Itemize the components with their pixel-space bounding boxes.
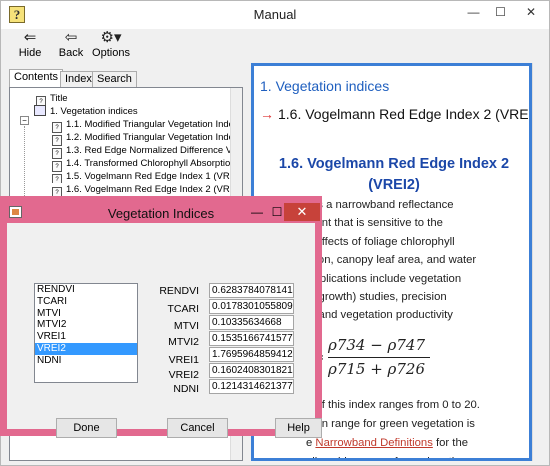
range-line: mon range for green vegetation is — [306, 418, 475, 430]
topic-description: x is a narrowband reflectance ment that … — [306, 196, 529, 325]
ndni-value[interactable]: 0.12143146213779 — [209, 379, 294, 394]
arrow-right-icon: → — [260, 106, 274, 122]
back-button[interactable]: ⇦ Back — [56, 29, 86, 59]
mtvi2-value[interactable]: 0.15351667415772 — [209, 331, 294, 346]
hide-pane-icon: ⇐ — [23, 29, 37, 46]
dialog-title-bar: Vegetation Indices — ☐ ✕ — [7, 203, 320, 223]
list-item[interactable]: MTVI2 — [35, 319, 137, 331]
options-label: Options — [92, 47, 130, 59]
tree-connector — [24, 126, 25, 206]
tree-item-title[interactable]: ? Title — [36, 92, 68, 107]
close-button[interactable]: ✕ — [513, 1, 549, 23]
description-line: y (growth) studies, precision — [306, 291, 447, 304]
description-line: ment that is sensitive to the — [306, 217, 443, 230]
mtvi-label: MTVI — [173, 320, 199, 332]
tree-item-rendvi[interactable]: ? 1.3. Red Edge Normalized Difference Veg — [52, 144, 242, 159]
range-line: e of this index ranges from 0 to 20. — [306, 399, 480, 411]
tree-item-mtvi2[interactable]: ? 1.2. Modified Triangular Vegetation Ind… — [52, 131, 239, 146]
list-item[interactable]: MTVI — [35, 308, 137, 320]
dialog-maximize-button[interactable]: ☐ — [269, 205, 285, 219]
description-line: x is a narrowband reflectance — [306, 199, 454, 211]
maximize-button[interactable]: ☐ — [487, 1, 514, 23]
subtopic-link[interactable]: → 1.6. Vogelmann Red Edge Index 2 (VREI2 — [260, 106, 529, 122]
done-button[interactable]: Done — [56, 418, 117, 438]
vrei1-label: VREI1 — [168, 354, 199, 366]
list-item[interactable]: TCARI — [35, 296, 137, 308]
formula-denominator: ρ715 + ρ726 — [328, 360, 426, 378]
tcari-label: TCARI — [167, 303, 200, 315]
topic-scrollbar[interactable] — [532, 63, 548, 461]
hide-label: Hide — [18, 47, 42, 59]
options-icon: ⚙▾ — [100, 29, 122, 46]
mtvi2-label: MTVI2 — [168, 336, 199, 348]
hide-button[interactable]: ⇐ Hide — [15, 29, 45, 59]
ndni-label: NDNI — [173, 383, 199, 395]
rendvi-value[interactable]: 0.62837840781417 — [209, 283, 294, 298]
tab-contents[interactable]: Contents — [9, 69, 64, 87]
back-label: Back — [58, 47, 84, 59]
vegetation-indices-dialog: Vegetation Indices — ☐ ✕ RENDVI TCARI MT… — [0, 196, 322, 438]
topic-range-text: e of this index ranges from 0 to 20. mon… — [306, 396, 529, 458]
narrowband-definitions-link[interactable]: Narrowband Definitions — [315, 437, 432, 449]
toolbar: ⇐ Hide ⇦ Back ⚙▾ Options — [1, 29, 549, 63]
vrei2-formula: = ρ734 − ρ747 ρ715 + ρ726 — [312, 336, 452, 381]
vrei2-label: VREI2 — [168, 369, 199, 381]
vrei2-value[interactable]: 0.16024083018215 — [209, 363, 294, 378]
help-button[interactable]: Help — [275, 418, 322, 438]
dialog-minimize-button[interactable]: — — [249, 205, 265, 219]
description-line: d effects of foliage chlorophyll — [306, 235, 455, 248]
rendvi-label: RENDVI — [159, 285, 199, 297]
title-bar: ? Manual — ☐ ✕ — [1, 1, 549, 29]
tcari-value[interactable]: 0.01783010558099 — [209, 299, 294, 314]
description-line: e, and vegetation productivity — [306, 309, 453, 322]
fraction-bar — [328, 357, 430, 358]
tree-item-vrei2[interactable]: ? 1.6. Vogelmann Red Edge Index 2 (VREI2 — [52, 183, 242, 198]
topic-breadcrumb-link[interactable]: 1. Vegetation indices — [260, 78, 389, 94]
vrei1-value[interactable]: 1.76959648594126 — [209, 347, 294, 362]
nav-tabs: Contents Index Search — [9, 69, 243, 87]
dialog-close-button[interactable]: ✕ — [284, 203, 320, 221]
formula-numerator: ρ734 − ρ747 — [328, 336, 426, 354]
list-item[interactable]: NDNI — [35, 355, 137, 367]
collapse-toggle[interactable]: − — [20, 116, 29, 125]
tree-item-vrei1[interactable]: ? 1.5. Vogelmann Red Edge Index 1 (VREI — [52, 170, 239, 185]
minimize-button[interactable]: — — [460, 1, 487, 23]
description-line: ation, canopy leaf area, and water — [306, 254, 477, 267]
options-button[interactable]: ⚙▾ Options — [91, 29, 131, 59]
tab-search[interactable]: Search — [92, 71, 137, 87]
list-item[interactable]: VREI1 — [35, 331, 137, 343]
list-item-selected[interactable]: VREI2 — [35, 342, 137, 355]
range-line: allowable range of wavelengths. — [306, 453, 529, 458]
tree-item-mtvi[interactable]: ? 1.1. Modified Triangular Vegetation Ind… — [52, 118, 239, 133]
topic-title: 1.6. Vogelmann Red Edge Index 2 (VREI2) — [278, 156, 510, 193]
mtvi-value[interactable]: 0.10335634668 — [209, 315, 294, 330]
tree-item-tcari[interactable]: ? 1.4. Transformed Chlorophyll Absorption… — [52, 157, 242, 172]
index-listbox[interactable]: RENDVI TCARI MTVI MTVI2 VREI1 VREI2 NDNI — [34, 283, 138, 383]
range-line: e Narrowband Definitions for the — [306, 437, 469, 449]
cancel-button[interactable]: Cancel — [167, 418, 228, 438]
open-book-icon — [34, 105, 46, 116]
tree-item-vegetation-indices[interactable]: 1. Vegetation indices — [34, 105, 138, 118]
back-arrow-icon: ⇦ — [64, 29, 78, 46]
list-item[interactable]: RENDVI — [35, 284, 137, 296]
description-line: Applications include vegetation — [306, 272, 462, 285]
